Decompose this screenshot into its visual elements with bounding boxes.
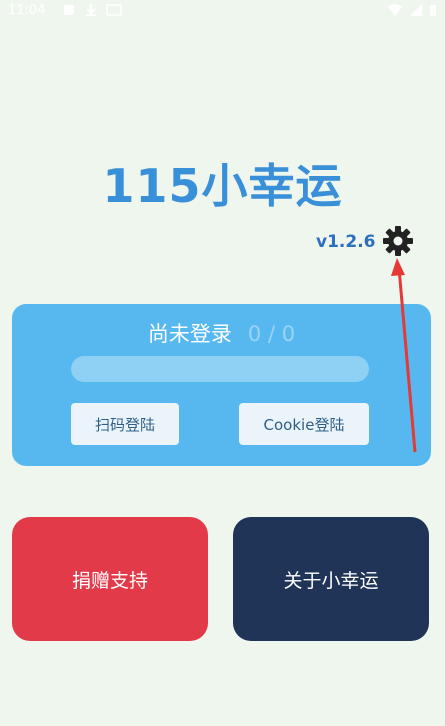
version-label: v1.2.6 bbox=[316, 232, 376, 252]
notification-icons bbox=[62, 3, 122, 17]
cookie-login-button[interactable]: Cookie登陆 bbox=[239, 403, 369, 445]
progress-bar bbox=[71, 356, 369, 382]
scan-login-button[interactable]: 扫码登陆 bbox=[71, 403, 179, 445]
notification-icon bbox=[64, 5, 74, 15]
status-time: 11:04 bbox=[8, 3, 46, 18]
battery-icon bbox=[430, 5, 436, 16]
gear-icon bbox=[383, 226, 413, 256]
login-card: 尚未登录 0 / 0 扫码登陆 Cookie登陆 bbox=[12, 304, 431, 466]
about-button[interactable]: 关于小幸运 bbox=[233, 517, 429, 641]
donate-button[interactable]: 捐赠支持 bbox=[12, 517, 208, 641]
login-status-text: 尚未登录 bbox=[147, 322, 232, 346]
system-icons bbox=[387, 3, 437, 17]
login-status: 尚未登录 0 / 0 bbox=[12, 318, 431, 348]
app-title: 115小幸运 bbox=[102, 159, 343, 213]
signal-icon bbox=[410, 4, 422, 16]
status-bar: 11:04 bbox=[0, 0, 445, 24]
wifi-icon bbox=[388, 4, 402, 16]
download-icon bbox=[86, 4, 96, 16]
settings-button[interactable] bbox=[381, 224, 415, 258]
message-icon bbox=[106, 4, 122, 16]
login-count: 0 / 0 bbox=[247, 322, 296, 346]
